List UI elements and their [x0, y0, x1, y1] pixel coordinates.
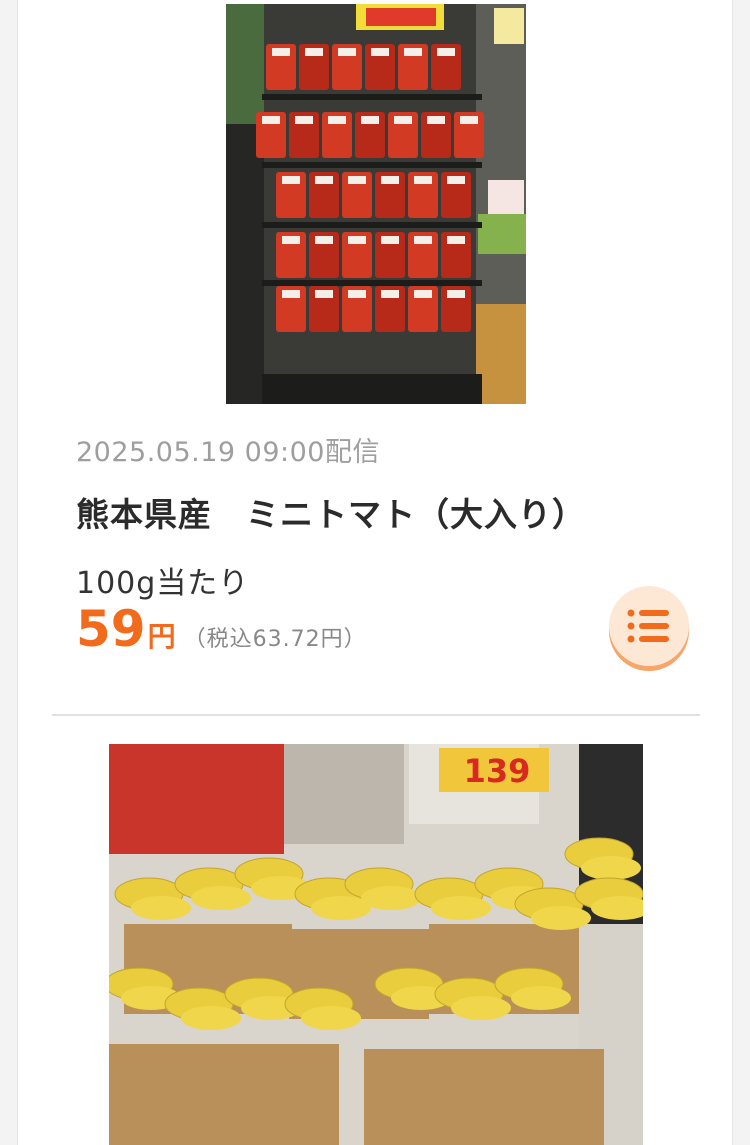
- list-menu-button[interactable]: [609, 586, 689, 666]
- tomato-packs: [256, 44, 484, 332]
- banana-photo-illustration: 139: [109, 744, 643, 1145]
- product-image-tomatoes[interactable]: [226, 4, 526, 404]
- product-image-bananas[interactable]: 139: [109, 744, 643, 1145]
- delivery-date: 2025.05.19 09:00配信: [76, 437, 380, 468]
- item-divider: [52, 714, 700, 716]
- product-title: 熊本県産 ミニトマト（大入り）: [76, 495, 586, 534]
- price-unit: 100g当たり: [76, 566, 250, 601]
- price-value: 59: [76, 600, 146, 658]
- banana-price-tag: 139: [464, 752, 531, 790]
- page: 2025.05.19 09:00配信 熊本県産 ミニトマト（大入り） 100g当…: [17, 0, 733, 1145]
- price-tax-note: （税込63.72円）: [183, 627, 367, 652]
- price-row: 59円 （税込63.72円）: [76, 600, 367, 664]
- price-currency: 円: [147, 620, 176, 653]
- list-icon: [627, 609, 669, 643]
- tomato-photo-illustration: [226, 4, 526, 404]
